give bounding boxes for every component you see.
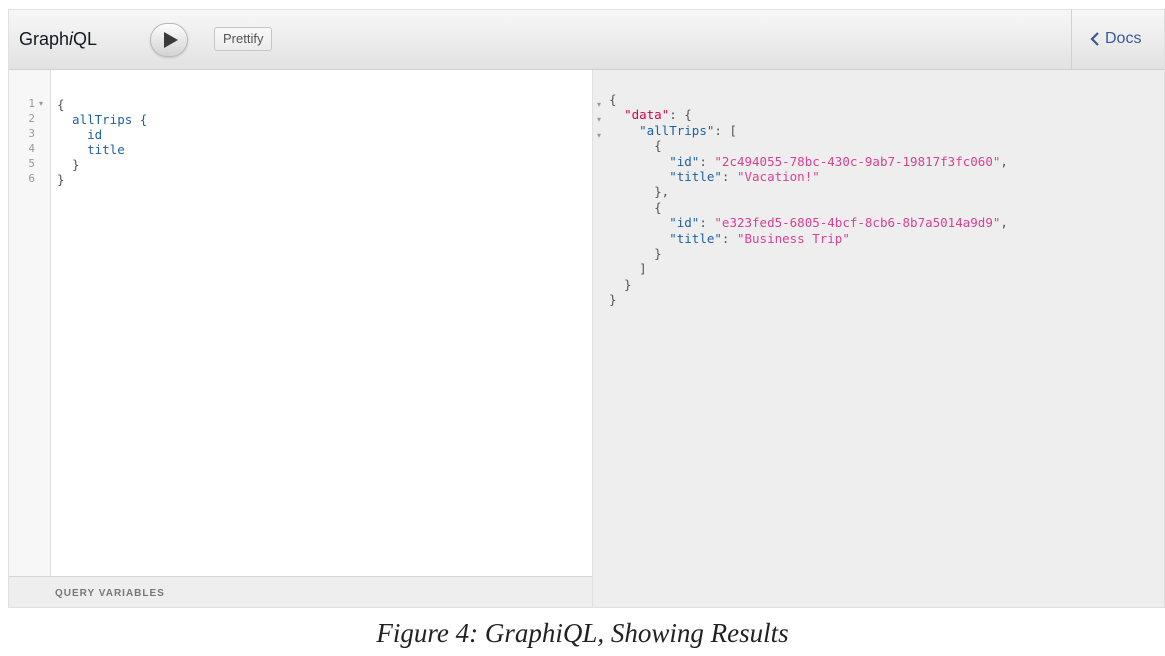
code-line: } [57,172,65,187]
json-string: "2c494055-78bc-430c-9ab7-19817f3fc060" [714,153,1001,169]
json-string: "Vacation!" [736,169,820,185]
fold-arrow-icon[interactable]: ▾ [597,100,601,109]
query-editor[interactable]: 1 ▾ 2 3 4 5 6 { allTrips { id title } } … [9,70,593,607]
fold-arrow-icon[interactable]: ▾ [39,97,43,111]
play-icon [163,32,178,48]
result-json: { "data": { "allTrips": [ { "id": "2c494… [609,92,1008,308]
figure-caption: Figure 4: GraphiQL, Showing Results [376,618,789,648]
chevron-left-icon [1090,32,1099,46]
fold-arrow-icon[interactable]: ▾ [597,131,601,140]
json-key: "title" [669,169,722,185]
graphiql-window: GraphiQL Prettify Docs 1 ▾ 2 3 4 5 6 { a… [8,9,1165,608]
docs-area: Docs [1071,10,1164,69]
toolbar: GraphiQL Prettify Docs [9,10,1164,70]
title-suffix: QL [73,29,98,49]
line-number: 6 [28,172,35,185]
fold-arrow-icon[interactable]: ▾ [597,115,601,124]
code-line: title [57,142,125,157]
line-number: 3 [28,127,35,140]
code-line: { [57,97,65,112]
execute-query-button[interactable] [150,23,188,57]
json-key: "allTrips" [639,122,715,138]
code-line: id [57,127,103,142]
line-number-gutter: 1 ▾ 2 3 4 5 6 [9,70,51,577]
query-variables-label: QUERY VARIABLES [55,588,165,599]
docs-button[interactable]: Docs [1090,30,1141,48]
json-key: "data" [624,107,670,123]
line-number: 2 [28,112,35,125]
line-number: 5 [28,157,35,170]
line-number: 1 [28,97,35,110]
docs-label: Docs [1105,30,1142,47]
query-variables-bar[interactable]: QUERY VARIABLES [9,576,592,607]
json-key: "id" [669,153,700,169]
code-line: } [57,157,80,172]
line-number: 4 [28,142,35,155]
json-string: "e323fed5-6805-4bcf-8cb6-8b7a5014a9d9" [714,215,1001,231]
json-key: "id" [669,215,700,231]
json-key: "title" [669,230,722,246]
json-string: "Business Trip" [736,230,850,246]
title-prefix: Graph [19,29,70,49]
code-line: allTrips { [57,112,148,127]
app-title: GraphiQL [19,29,97,50]
result-pane: ▾ ▾ ▾ { "data": { "allTrips": [ { "id": … [593,70,1164,607]
prettify-button[interactable]: Prettify [214,27,273,51]
